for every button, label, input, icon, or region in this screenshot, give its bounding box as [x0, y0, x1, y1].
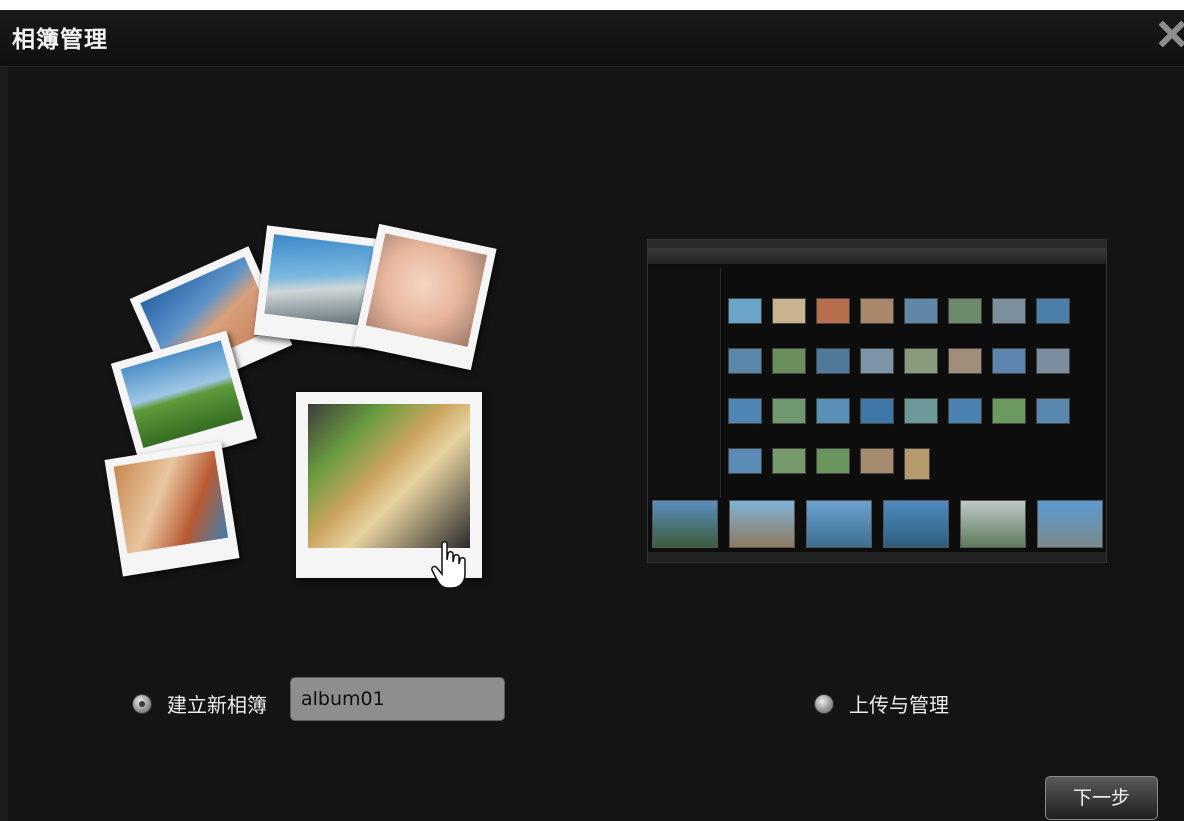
preview-filmstrip [652, 500, 1103, 548]
create-album-radio[interactable] [133, 694, 151, 713]
filmstrip-photo [883, 500, 949, 548]
filmstrip-photo [729, 500, 795, 548]
upload-manage-radio[interactable] [815, 694, 833, 713]
thumbnail [728, 448, 762, 474]
thumbnail [728, 398, 762, 424]
thumbnail [772, 448, 806, 474]
photo-print [104, 441, 240, 577]
next-button[interactable]: 下一步 [1045, 776, 1158, 820]
thumbnail [816, 448, 850, 474]
thumbnail [992, 398, 1026, 424]
close-icon[interactable] [1156, 16, 1184, 50]
thumbnail [860, 448, 894, 474]
thumbnail [904, 298, 938, 324]
thumbnail [772, 298, 806, 324]
thumbnail [904, 348, 938, 374]
create-album-label: 建立新相簿 [167, 693, 267, 717]
thumbnail [992, 298, 1026, 324]
preview-sidebar [648, 268, 721, 498]
thumbnail [948, 398, 982, 424]
left-border [0, 10, 8, 821]
thumbnail [1036, 348, 1070, 374]
dialog-title: 相簿管理 [12, 27, 108, 53]
upload-manage-label: 上传与管理 [849, 693, 949, 717]
thumbnail [816, 398, 850, 424]
create-album-illustration[interactable] [100, 210, 520, 610]
album-management-dialog: 相簿管理 建立新相簿 album01 上传与管理 下一步 [0, 10, 1184, 821]
thumbnail [948, 348, 982, 374]
photo-print [353, 223, 497, 371]
filmstrip-photo [652, 500, 718, 548]
upload-manage-option[interactable]: 上传与管理 [815, 689, 949, 718]
thumbnail [772, 348, 806, 374]
thumbnail [860, 348, 894, 374]
thumbnail [1036, 298, 1070, 324]
filmstrip-photo [806, 500, 872, 548]
thumbnail [948, 298, 982, 324]
thumbnail [772, 398, 806, 424]
preview-topbar [648, 240, 1106, 248]
thumbnail [904, 448, 930, 480]
create-album-option[interactable]: 建立新相簿 [133, 689, 267, 718]
album-name-input[interactable] [290, 677, 505, 721]
thumbnail [904, 398, 938, 424]
thumbnail [728, 298, 762, 324]
thumbnail [1036, 398, 1070, 424]
preview-footer [648, 552, 1106, 562]
hand-pointer-icon [431, 541, 466, 589]
thumbnail [860, 298, 894, 324]
title-bar: 相簿管理 [0, 10, 1184, 67]
thumbnail [816, 298, 850, 324]
thumbnail [816, 348, 850, 374]
upload-manage-preview[interactable] [647, 239, 1107, 563]
filmstrip-photo [960, 500, 1026, 548]
thumbnail [860, 398, 894, 424]
filmstrip-photo [1037, 500, 1103, 548]
thumbnail [728, 348, 762, 374]
thumbnail [992, 348, 1026, 374]
preview-header [648, 248, 1106, 264]
